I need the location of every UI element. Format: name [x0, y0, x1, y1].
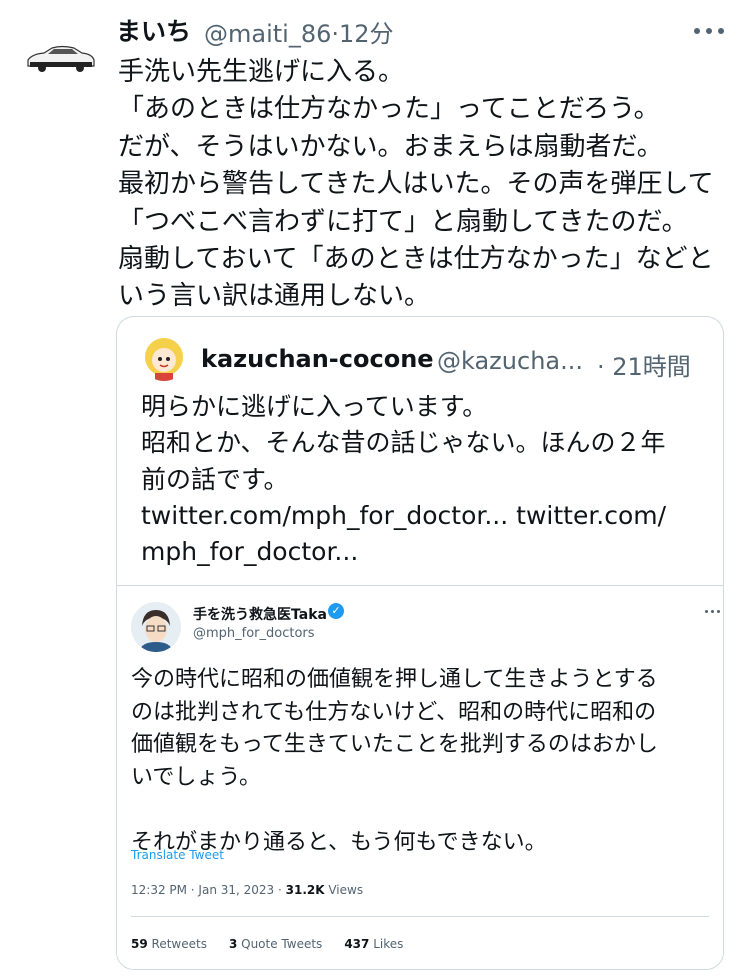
more-dot [711, 610, 714, 613]
meta-separator: · [331, 20, 340, 48]
embedded-tweet-meta: 12:32 PM · Jan 31, 2023 · 31.2K Views [131, 883, 363, 897]
retweets-count: 59 [131, 937, 148, 951]
more-options-icon[interactable] [694, 26, 730, 36]
embedded-line: いでしょう。 [131, 764, 262, 790]
quoted-tweet-card[interactable]: kazuchan-cocone @kazucha... · 21時間 明らかに逃… [116, 316, 724, 970]
author-avatar[interactable] [22, 30, 100, 90]
more-dot [717, 610, 720, 613]
person-avatar-icon [131, 602, 181, 652]
retweets-stat: 59 Retweets [131, 937, 207, 951]
more-dot [706, 28, 712, 34]
retweets-label: Retweets [147, 937, 207, 951]
author-handle[interactable]: @maiti_86 [204, 20, 331, 48]
tweet-time[interactable]: 12分 [339, 20, 394, 48]
embedded-stats: 59 Retweets 3 Quote Tweets 437 Likes [131, 937, 403, 951]
tweet-line: 手洗い先生逃げに入る。 [118, 57, 405, 87]
verified-badge-icon: ✓ [328, 603, 344, 619]
embedded-tweet-screenshot: 手を洗う救急医Taka ✓ @mph_for_doctors 今の時代に昭和の価… [117, 585, 723, 969]
views-count: 31.2K [285, 883, 325, 897]
tweet-text: 手洗い先生逃げに入る。 「あのときは仕方なかった」ってことだろう。 だが、そうは… [118, 54, 714, 316]
embedded-line: 価値観をもって生きていたことを批判するのはおかし [131, 732, 658, 757]
more-dot [694, 28, 700, 34]
embedded-line [131, 794, 658, 827]
quoted-line: 明らかに逃げに入っています。 [141, 392, 488, 421]
embedded-line: 今の時代に昭和の価値観を押し通して生きようとする [131, 667, 658, 692]
embedded-line: のは批判されても仕方ないけど、昭和の時代に昭和の [131, 699, 657, 725]
embedded-author-name: 手を洗う救急医Taka [193, 607, 327, 623]
embedded-author-handle: @mph_for_doctors [193, 626, 315, 641]
quoted-author-avatar[interactable] [141, 335, 187, 381]
views-label: Views [324, 883, 364, 897]
tweet-line: いう言い訳は通用しない。 [118, 281, 431, 312]
embedded-more-icon [705, 610, 720, 613]
quoted-author-handle[interactable]: @kazucha... [437, 347, 597, 375]
quoted-author-name[interactable]: kazuchan-cocone [201, 345, 434, 373]
tweet-line: 「あのときは仕方なかった」ってことだろう。 [118, 94, 660, 125]
quotes-stat: 3 Quote Tweets [229, 937, 322, 951]
author-meta: @maiti_86·12分 [204, 14, 394, 49]
embedded-author-avatar [131, 602, 181, 652]
cartoon-girl-avatar-icon [141, 335, 187, 381]
author-name[interactable]: まいち [116, 12, 191, 48]
embedded-tweet-text: 今の時代に昭和の価値観を押し通して生きようとする のは批判されても仕方ないけど、… [131, 664, 658, 859]
quoted-link[interactable]: mph_for_doctor... [141, 534, 666, 570]
tweet-line: 扇動しておいて「あのときは仕方なかった」などと [118, 244, 714, 275]
quoted-link[interactable]: twitter.com/mph_for_doctor... twitter.co… [141, 498, 666, 534]
likes-stat: 437 Likes [344, 937, 403, 951]
embedded-divider [131, 916, 709, 917]
likes-count: 437 [344, 937, 370, 951]
embedded-timestamp: 12:32 PM · Jan 31, 2023 · [131, 883, 286, 897]
quotes-label: Quote Tweets [237, 937, 323, 951]
quoted-line: 昭和とか、そんな昔の話じゃない。ほんの２年 [141, 428, 666, 458]
quoted-tweet-time[interactable]: · 21時間 [597, 347, 691, 382]
more-dot [705, 610, 708, 613]
tweet-line: 最初から警告してきた人はいた。その声を弾圧して [118, 169, 714, 200]
quoted-line: 前の話です。 [141, 464, 289, 494]
tweet-line: 「つべこべ言わずに打て」と扇動してきたのだ。 [118, 206, 688, 237]
tweet-line: だが、そうはいかない。おまえらは扇動者だ。 [118, 131, 663, 162]
likes-label: Likes [369, 937, 404, 951]
quoted-tweet-text: 明らかに逃げに入っています。 昭和とか、そんな昔の話じゃない。ほんの２年 前の話… [141, 389, 666, 570]
translate-tweet-link: Translate Tweet [131, 848, 224, 862]
car-avatar-icon [22, 30, 100, 90]
more-dot [718, 28, 724, 34]
